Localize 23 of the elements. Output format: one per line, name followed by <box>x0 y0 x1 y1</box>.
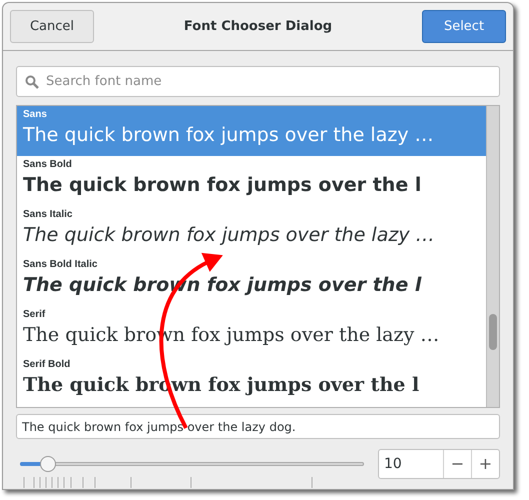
font-name: Sans Bold <box>23 158 72 172</box>
select-button[interactable]: Select <box>422 10 506 43</box>
cancel-button[interactable]: Cancel <box>10 10 94 43</box>
font-name: Sans Italic <box>23 208 72 222</box>
font-preview: The quick brown fox jumps over the lazy … <box>23 223 435 248</box>
font-name: Serif Bold <box>23 358 70 372</box>
preview-text-field[interactable]: The quick brown fox jumps over the lazy dog. <box>16 414 500 439</box>
slider-thumb[interactable] <box>40 456 56 472</box>
size-value: 10 <box>383 454 403 474</box>
search-field[interactable]: Search font name <box>16 66 500 97</box>
font-preview: The quick brown fox jumps over the l <box>23 173 422 198</box>
window-title: Font Chooser Dialog <box>184 18 332 36</box>
decrement-button[interactable]: − <box>443 450 471 478</box>
size-slider[interactable] <box>20 458 364 470</box>
increment-button[interactable]: + <box>471 450 499 478</box>
font-preview: The quick brown fox jumps over the lazy … <box>23 123 434 148</box>
font-name: Sans <box>23 108 47 122</box>
size-spin-box[interactable]: 10 − + <box>378 449 500 479</box>
scrollbar-thumb[interactable] <box>489 314 497 350</box>
scrollbar[interactable] <box>486 106 499 407</box>
search-icon <box>25 75 39 89</box>
font-name: Sans Bold Italic <box>23 258 98 272</box>
font-name: Serif <box>23 308 46 322</box>
